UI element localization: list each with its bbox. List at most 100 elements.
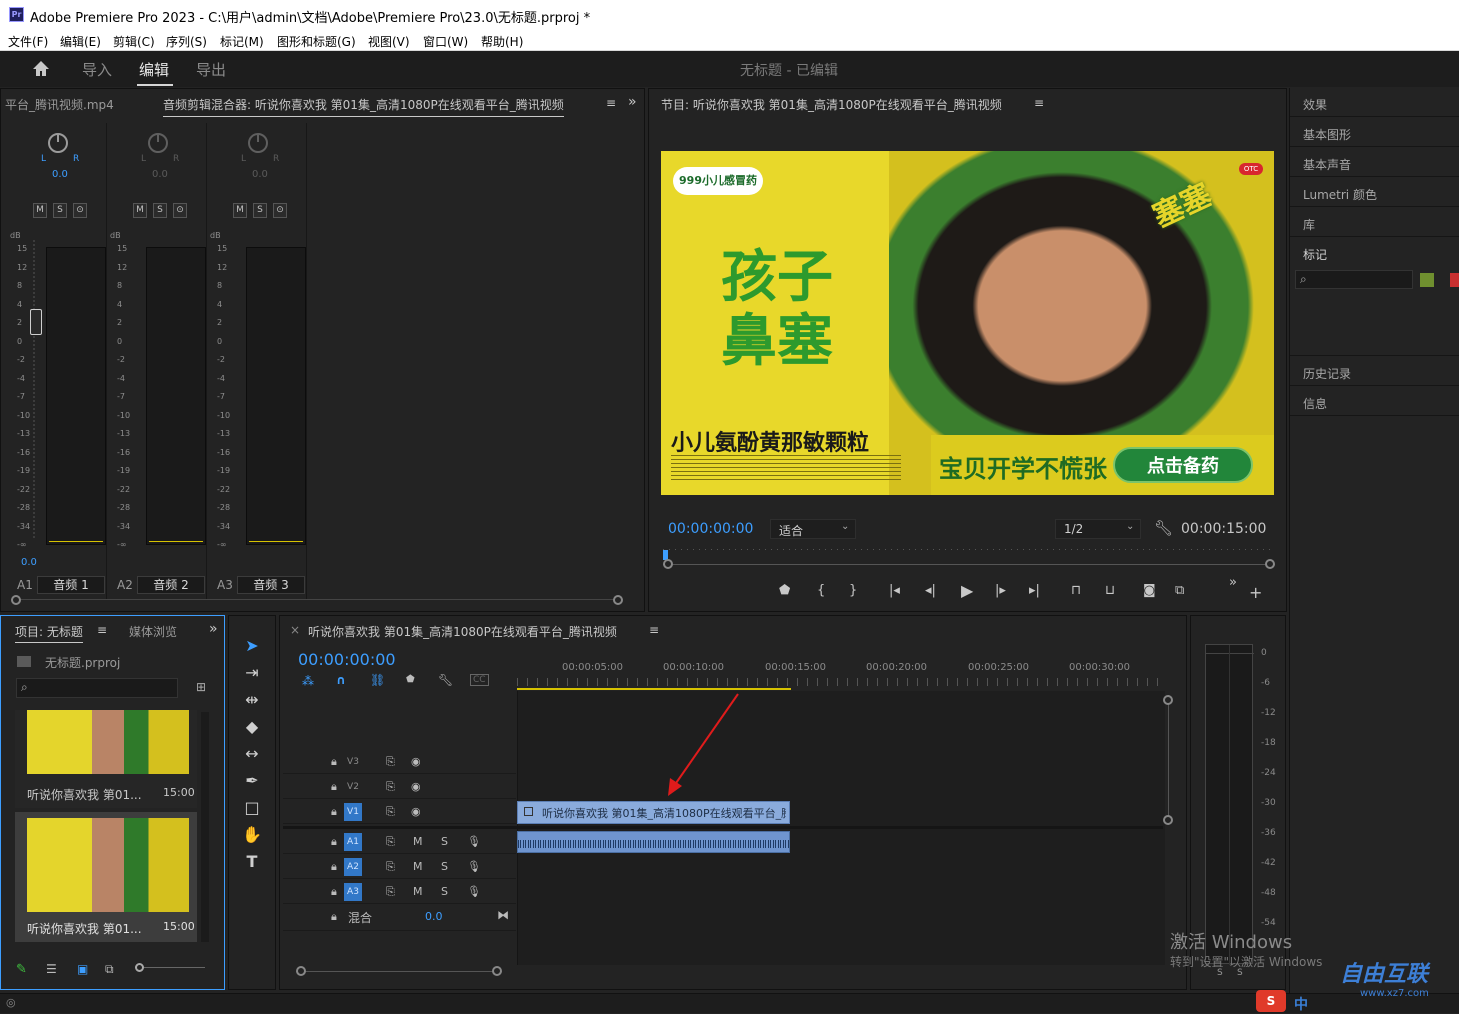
pan-knob[interactable] <box>148 133 168 153</box>
mute-button[interactable]: M <box>413 835 423 848</box>
camera-icon[interactable]: ◙ <box>1143 583 1156 598</box>
mute-button[interactable]: M <box>413 885 423 898</box>
mute-button[interactable]: M <box>413 860 423 873</box>
lock-icon[interactable]: 🔒︎ <box>331 835 337 849</box>
lock-icon[interactable]: 🔒︎ <box>331 910 337 924</box>
go-to-out-icon[interactable]: ▸| <box>1029 583 1040 598</box>
panel-menu-icon[interactable]: ≡ <box>1034 96 1044 110</box>
panel-menu-icon[interactable]: ≡ <box>97 623 107 637</box>
track-id[interactable]: A1 <box>344 833 362 851</box>
panel-lumetri-color[interactable]: Lumetri 颜色 <box>1290 178 1459 207</box>
wrench-icon[interactable]: 🔧︎ <box>1154 519 1173 537</box>
add-button-icon[interactable]: + <box>1249 583 1262 602</box>
timeline-timecode[interactable]: 00:00:00:00 <box>298 650 396 669</box>
track-select-tool-icon[interactable]: ⇥ <box>240 661 264 685</box>
menu-sequence[interactable]: 序列(S) <box>166 33 207 50</box>
mixer-scrollbar[interactable] <box>11 595 623 605</box>
nest-icon[interactable]: ⁂ <box>302 674 314 688</box>
close-icon[interactable]: × <box>290 623 300 637</box>
new-bin-icon[interactable]: ⊞ <box>196 680 206 694</box>
lock-icon[interactable]: 🔒︎ <box>331 885 337 899</box>
mute-button[interactable]: M <box>133 203 147 218</box>
project-search-input[interactable]: ⌕ <box>16 678 178 698</box>
mix-toggle-icon[interactable]: ⧓ <box>497 908 509 922</box>
mute-button[interactable]: M <box>33 203 47 218</box>
pen-tool-icon[interactable]: ✒ <box>240 769 264 793</box>
lock-icon[interactable]: 🔒︎ <box>331 780 337 794</box>
source-tab[interactable]: 平台_腾讯视频.mp4 <box>5 96 114 113</box>
selection-tool-icon[interactable]: ➤ <box>240 634 264 658</box>
zoom-slider[interactable] <box>135 963 205 972</box>
sync-lock-icon[interactable]: ⎘ <box>386 780 395 794</box>
sync-lock-icon[interactable]: ⎘ <box>386 755 395 769</box>
media-browser-tab[interactable]: 媒体浏览 <box>129 623 177 640</box>
solo-button[interactable]: S <box>441 885 448 898</box>
project-item-selected[interactable]: 听说你喜欢我 第01... 15:00 <box>15 812 197 942</box>
play-icon[interactable]: ▶ <box>961 581 973 600</box>
mute-button[interactable]: M <box>233 203 247 218</box>
razor-tool-icon[interactable]: ◆ <box>240 715 264 739</box>
menu-markers[interactable]: 标记(M) <box>220 33 264 50</box>
record-button[interactable]: ⊙ <box>173 203 187 218</box>
captions-icon[interactable]: CC <box>470 674 489 686</box>
tab-edit[interactable]: 编辑 <box>139 59 169 80</box>
project-scrollbar[interactable] <box>201 712 209 942</box>
extract-icon[interactable]: ⊔ <box>1105 583 1115 598</box>
record-button[interactable]: ⊙ <box>73 203 87 218</box>
track-id[interactable]: A2 <box>344 858 362 876</box>
mic-icon[interactable]: 🎙︎ <box>467 885 481 898</box>
menu-help[interactable]: 帮助(H) <box>481 33 523 50</box>
panel-menu-icon[interactable]: ≡ <box>606 96 616 110</box>
track-id[interactable]: A3 <box>344 883 362 901</box>
type-tool-icon[interactable]: T <box>240 850 264 874</box>
add-marker-icon[interactable]: ⬟ <box>406 674 415 685</box>
menu-edit[interactable]: 编辑(E) <box>60 33 101 50</box>
hand-tool-icon[interactable]: ✋ <box>240 823 264 847</box>
track-id[interactable]: V1 <box>344 803 362 821</box>
expand-buttons-icon[interactable]: » <box>1229 575 1237 590</box>
project-item[interactable]: 听说你喜欢我 第01... 15:00 <box>15 710 197 808</box>
snap-icon[interactable]: ∩ <box>336 673 346 687</box>
panel-history[interactable]: 历史记录 <box>1290 357 1459 386</box>
solo-button[interactable]: S <box>53 203 67 218</box>
step-forward-icon[interactable]: |▸ <box>995 583 1006 598</box>
menu-graphics[interactable]: 图形和标题(G) <box>277 33 356 50</box>
tab-export[interactable]: 导出 <box>196 59 226 80</box>
solo-button[interactable]: S <box>253 203 267 218</box>
time-ruler[interactable]: 00:00:05:00 00:00:10:00 00:00:15:00 00:0… <box>560 662 1180 676</box>
video-clip[interactable]: 听说你喜欢我 第01集_高清1080P在线观看平台_腾讯 <box>517 801 790 824</box>
list-view-icon[interactable]: ☰ <box>46 962 57 976</box>
solo-button[interactable]: S <box>441 835 448 848</box>
audio-clip[interactable] <box>517 831 790 853</box>
expand-panels-icon[interactable]: » <box>209 621 218 637</box>
mic-icon[interactable]: 🎙︎ <box>467 860 481 873</box>
rectangle-tool-icon[interactable]: □ <box>240 796 264 820</box>
menu-view[interactable]: 视图(V) <box>368 33 410 50</box>
h-scrollbar[interactable] <box>296 966 502 978</box>
panel-menu-icon[interactable]: ≡ <box>649 623 659 637</box>
sequence-tab[interactable]: 听说你喜欢我 第01集_高清1080P在线观看平台_腾讯视频 <box>308 623 617 640</box>
wrench-icon[interactable]: 🔧︎ <box>438 673 453 687</box>
pencil-icon[interactable]: ✎ <box>16 962 27 977</box>
lock-icon[interactable]: 🔒︎ <box>331 860 337 874</box>
lock-icon[interactable]: 🔒︎ <box>331 755 337 769</box>
tab-import[interactable]: 导入 <box>82 59 112 80</box>
pan-knob[interactable] <box>48 133 68 153</box>
freeform-view-icon[interactable]: ⧉ <box>105 962 114 977</box>
go-to-in-icon[interactable]: |◂ <box>889 583 900 598</box>
add-marker-icon[interactable]: ⬟ <box>779 583 790 598</box>
panel-info[interactable]: 信息 <box>1290 387 1459 416</box>
track-id[interactable]: V3 <box>344 753 362 771</box>
project-tab[interactable]: 项目: 无标题 <box>15 623 83 643</box>
menu-file[interactable]: 文件(F) <box>8 33 48 50</box>
compare-view-icon[interactable]: ⧉ <box>1175 583 1184 598</box>
track-id[interactable]: V2 <box>344 778 362 796</box>
marker-search-input[interactable]: ⌕ <box>1295 270 1413 289</box>
eye-icon[interactable]: ◉ <box>411 780 421 793</box>
menu-window[interactable]: 窗口(W) <box>423 33 468 50</box>
v-scrollbar[interactable] <box>1163 695 1175 835</box>
record-button[interactable]: ⊙ <box>273 203 287 218</box>
eye-icon[interactable]: ◉ <box>411 805 421 818</box>
panel-libraries[interactable]: 库 <box>1290 208 1459 237</box>
ripple-edit-tool-icon[interactable]: ⇹ <box>240 688 264 712</box>
